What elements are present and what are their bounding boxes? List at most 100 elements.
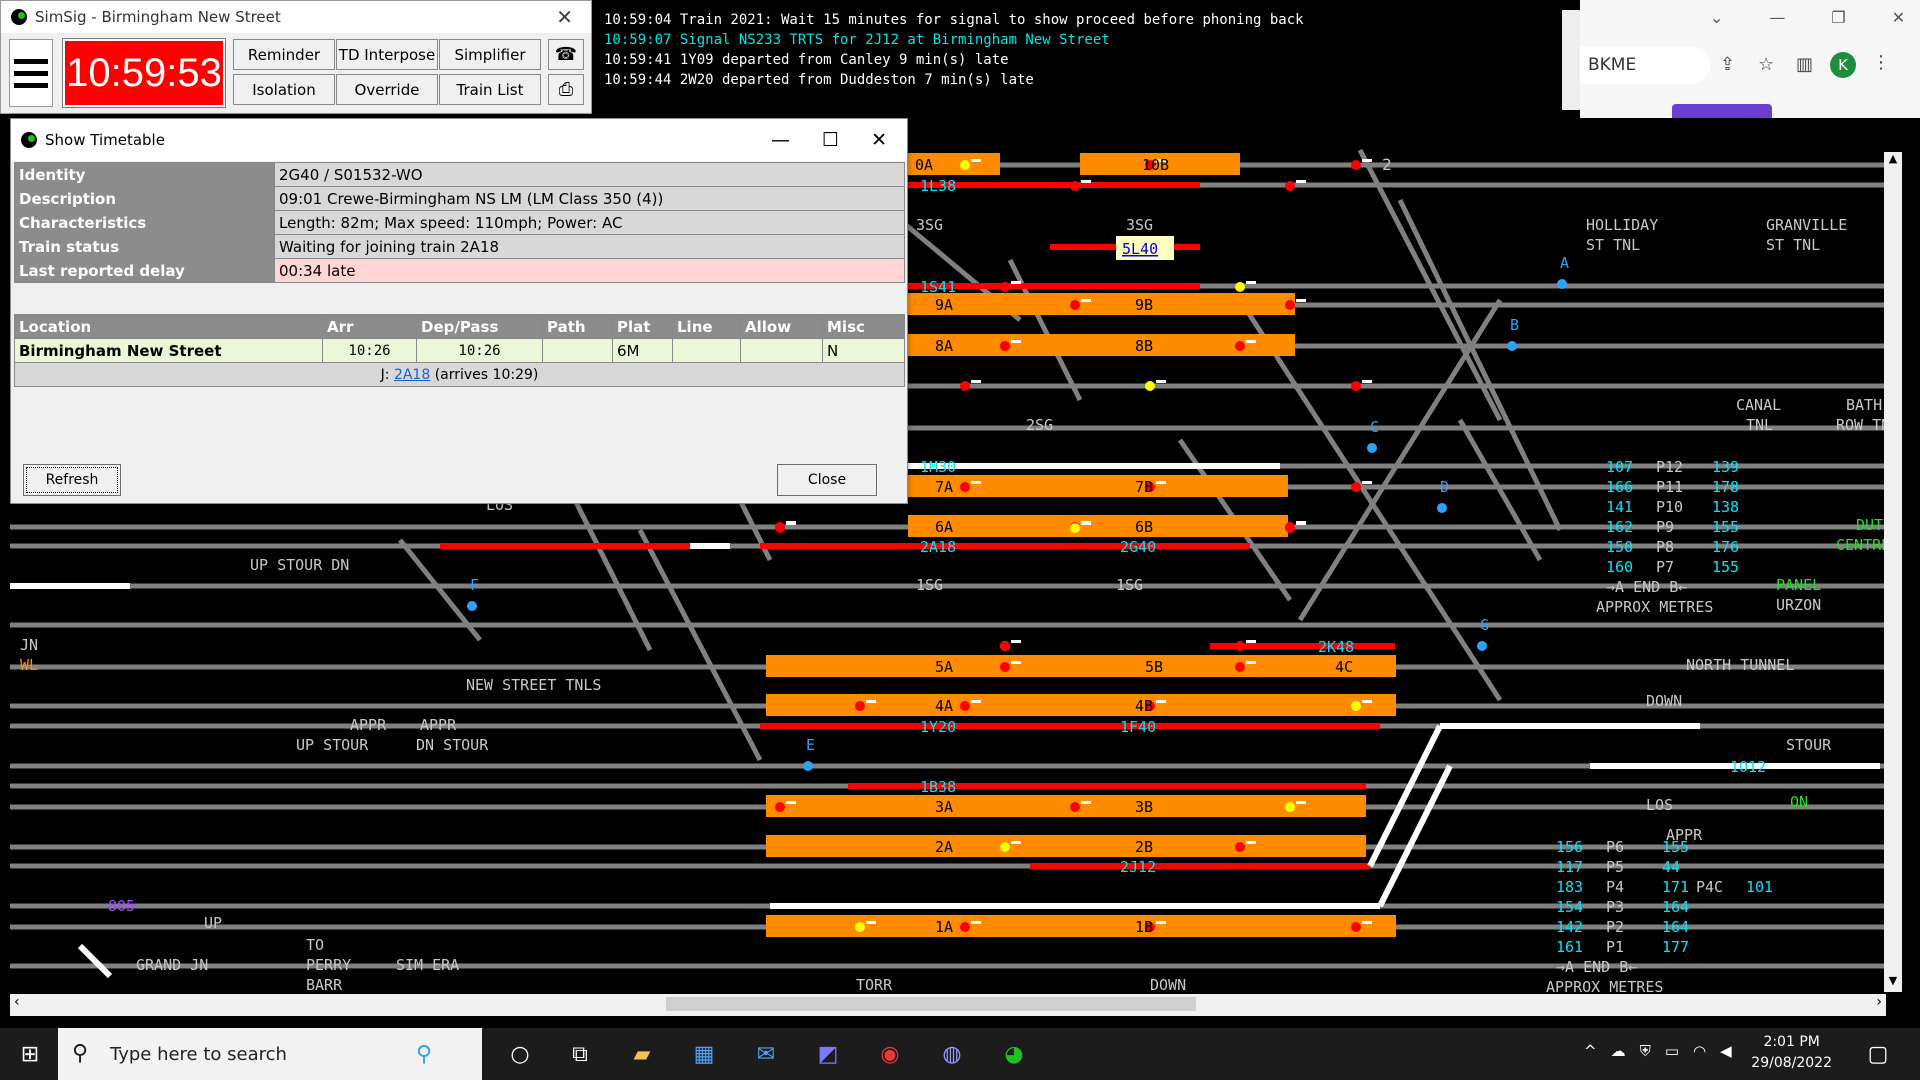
taskbar-clock[interactable]: 2:01 PM 29/08/2022 xyxy=(1751,1032,1832,1074)
avatar[interactable]: K xyxy=(1830,52,1856,78)
chevron-down-icon[interactable]: ⌄ xyxy=(1710,8,1723,27)
junction-marker xyxy=(1477,641,1487,651)
distance-value: 164 xyxy=(1662,918,1689,936)
junction-letter: C xyxy=(1370,418,1379,436)
volume-icon[interactable]: ◀ xyxy=(1720,1042,1732,1060)
timetable-table[interactable]: Location Arr Dep/Pass Path Plat Line All… xyxy=(14,314,905,387)
join-train-link[interactable]: 2A18 xyxy=(394,367,430,383)
notifications-icon[interactable]: ▢ xyxy=(1862,1038,1894,1070)
panel-label: DOWN xyxy=(1646,692,1682,710)
panel-label: CANAL xyxy=(1736,396,1781,414)
info-row: Train status Waiting for joining train 2A… xyxy=(14,234,905,259)
signal-post xyxy=(1156,921,1166,924)
column-header-allow: Allow xyxy=(740,314,823,339)
chevron-up-icon[interactable]: ^ xyxy=(1584,1042,1597,1060)
wifi-icon[interactable]: ◠ xyxy=(1693,1042,1706,1060)
platform-label: 7B xyxy=(1135,478,1153,496)
address-bar[interactable]: BKME xyxy=(1580,46,1710,84)
share-icon[interactable]: ⇪ xyxy=(1720,54,1735,75)
platform-6b xyxy=(908,515,1288,537)
taskbar-date: 29/08/2022 xyxy=(1751,1055,1832,1071)
onedrive-icon[interactable]: ☁ xyxy=(1611,1042,1626,1060)
printer-icon[interactable]: ⎙ xyxy=(548,74,584,105)
distance-value: 162 xyxy=(1606,518,1633,536)
file-explorer-icon[interactable]: ▰ xyxy=(626,1038,658,1070)
platform-label: 1A xyxy=(935,918,953,936)
panel-vertical-scrollbar[interactable]: ▲ ▼ xyxy=(1884,152,1902,992)
panel-label: LOS xyxy=(1646,796,1673,814)
close-icon[interactable]: ✕ xyxy=(1892,8,1905,27)
info-value: Waiting for joining train 2A18 xyxy=(274,234,905,259)
distance-value: 139 xyxy=(1712,458,1739,476)
td-interpose-button[interactable]: TD Interpose xyxy=(336,39,438,70)
maximize-icon[interactable]: ☐ xyxy=(822,129,839,151)
refresh-button[interactable]: Refresh xyxy=(23,464,121,496)
app-icon[interactable]: ◩ xyxy=(812,1038,844,1070)
signal-head xyxy=(855,701,865,711)
distance-value: 150 xyxy=(1606,538,1633,556)
star-icon[interactable]: ☆ xyxy=(1758,54,1774,75)
chrome-icon[interactable]: ◉ xyxy=(874,1038,906,1070)
panel-label: STOUR xyxy=(1786,736,1832,754)
signal-post xyxy=(1011,281,1021,284)
close-icon[interactable]: ✕ xyxy=(871,129,887,151)
discord-icon[interactable]: ◍ xyxy=(936,1038,968,1070)
restore-icon[interactable]: ❐ xyxy=(1831,8,1845,27)
main-menu-button[interactable] xyxy=(9,39,53,107)
panel-label: UP STOUR xyxy=(296,736,369,754)
close-button[interactable]: Close xyxy=(777,464,877,496)
platform-label: 4B xyxy=(1135,697,1153,715)
panel-label: NORTH TUNNEL xyxy=(1686,656,1794,674)
panel-label: GRAND JN xyxy=(136,956,208,974)
search-highlight-icon[interactable]: ⚲ xyxy=(408,1038,440,1070)
signal-head xyxy=(1285,523,1295,533)
isolation-button[interactable]: Isolation xyxy=(233,74,335,105)
scroll-right-icon[interactable]: › xyxy=(1876,994,1882,1010)
override-button[interactable]: Override xyxy=(336,74,438,105)
panel-label: URZON xyxy=(1776,596,1821,614)
close-icon[interactable]: ✕ xyxy=(556,5,573,29)
more-options-icon[interactable]: ⋮ xyxy=(1872,52,1890,73)
side-panel-icon[interactable]: ▥ xyxy=(1796,54,1813,75)
scroll-thumb[interactable] xyxy=(666,997,1196,1011)
toolbar-titlebar: SimSig - Birmingham New Street ✕ xyxy=(1,1,591,33)
message-log[interactable]: 10:59:04 Train 2021: Wait 15 minutes for… xyxy=(600,10,1580,110)
reminder-button[interactable]: Reminder xyxy=(233,39,335,70)
panel-label: APPR xyxy=(350,716,387,734)
train-berth: 2K48 xyxy=(1318,638,1354,656)
distance-value: 164 xyxy=(1662,898,1689,916)
telephone-icon[interactable]: ☎ xyxy=(548,39,584,70)
simplifier-button[interactable]: Simplifier xyxy=(439,39,541,70)
signal-post xyxy=(866,921,876,924)
minimize-icon[interactable]: — xyxy=(1769,8,1785,27)
train-list-button[interactable]: Train List xyxy=(439,74,541,105)
scroll-down-icon[interactable]: ▼ xyxy=(1884,974,1902,992)
scroll-left-icon[interactable]: ‹ xyxy=(14,994,20,1010)
task-view-icon[interactable]: ⧉ xyxy=(564,1038,596,1070)
signal-post xyxy=(971,700,981,703)
cortana-icon[interactable]: ○ xyxy=(504,1038,536,1070)
signal-post xyxy=(1011,661,1021,664)
signal-head xyxy=(1285,181,1295,191)
join-row: J: 2A18 (arrives 10:29) xyxy=(14,362,905,387)
panel-label: TNL xyxy=(1746,416,1773,434)
battery-icon[interactable]: ▭ xyxy=(1665,1042,1679,1060)
platform-9b xyxy=(908,293,1295,315)
scroll-up-icon[interactable]: ▲ xyxy=(1884,152,1902,170)
browser-window-controls: ⌄ — ❐ ✕ xyxy=(1710,8,1920,27)
simsig-taskbar-icon[interactable]: ◕ xyxy=(998,1038,1030,1070)
sim-clock[interactable]: 10:59:53 xyxy=(62,38,226,108)
store-icon[interactable]: ▦ xyxy=(688,1038,720,1070)
signal-post xyxy=(1296,299,1306,302)
table-row[interactable]: Birmingham New Street 10:26 10:26 6M N xyxy=(14,338,905,363)
junction-marker xyxy=(1437,503,1447,513)
windows-start-icon[interactable]: ⊞ xyxy=(14,1038,46,1070)
info-value: Length: 82m; Max speed: 110mph; Power: A… xyxy=(274,210,905,235)
security-icon[interactable]: ⛨ xyxy=(1640,1042,1651,1060)
panel-horizontal-scrollbar[interactable]: ‹ › xyxy=(10,994,1886,1016)
distance-platform: P11 xyxy=(1656,478,1683,496)
distance-platform: P1 xyxy=(1606,938,1624,956)
minimize-icon[interactable]: — xyxy=(771,129,790,151)
mail-icon[interactable]: ✉ xyxy=(750,1038,782,1070)
signal-post xyxy=(1362,159,1372,162)
